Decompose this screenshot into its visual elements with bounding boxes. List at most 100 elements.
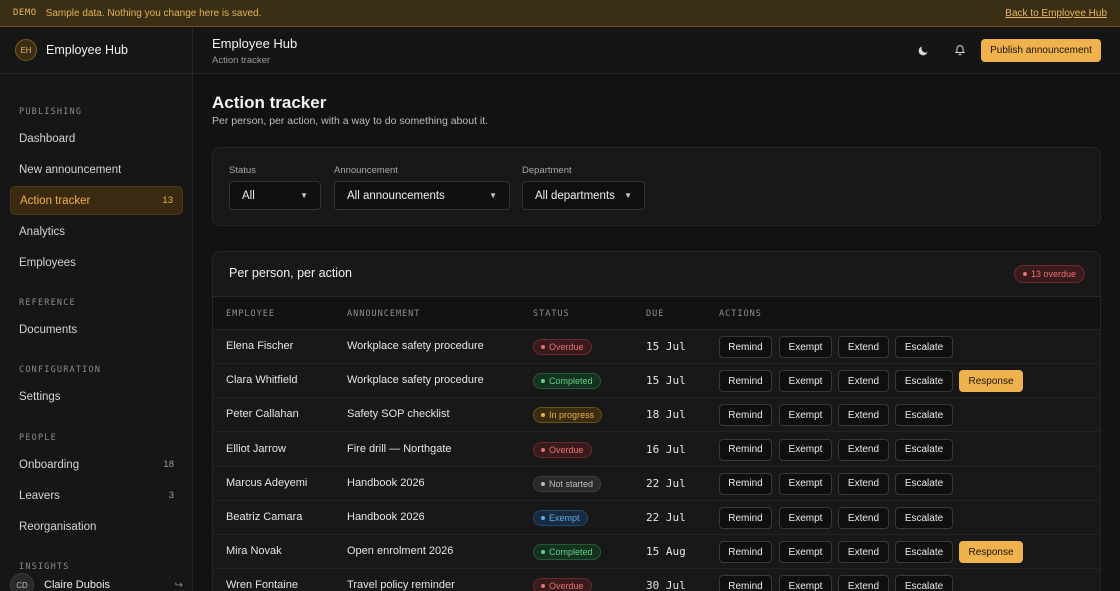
topbar-title: Employee Hub xyxy=(212,36,298,51)
announcement-name: Travel policy reminder xyxy=(347,579,455,591)
announcement-filter-label: Announcement xyxy=(334,165,398,176)
table-row: Peter Callahan Safety SOP checklist In pro… xyxy=(213,398,1100,433)
extend-button[interactable]: Extend xyxy=(838,370,889,393)
announcement-name: Handbook 2026 xyxy=(347,476,425,489)
action-table-card: Per person, per action 13 overdue EMPLOY… xyxy=(212,251,1101,591)
status-badge: Overdue xyxy=(533,441,592,458)
exempt-button[interactable]: Exempt xyxy=(779,575,832,591)
sidebar-item-employees[interactable]: Employees xyxy=(10,248,183,277)
escalate-button[interactable]: Escalate xyxy=(895,404,953,427)
announcement-name: Open enrolment 2026 xyxy=(347,545,454,558)
sidebar-item-count: 3 xyxy=(168,490,174,501)
due-date: 15 Jul xyxy=(646,374,686,388)
department-filter-select[interactable]: All departments ▼ xyxy=(522,181,645,210)
sidebar-item-label: Settings xyxy=(19,390,61,403)
due-date: 16 Jul xyxy=(646,442,686,456)
sidebar-item-settings[interactable]: Settings xyxy=(10,382,183,411)
sidebar-item-documents[interactable]: Documents xyxy=(10,315,183,344)
sidebar-item-label: Dashboard xyxy=(19,132,76,145)
publish-announcement-button[interactable]: Publish announcement xyxy=(981,39,1101,62)
extend-button[interactable]: Extend xyxy=(838,541,889,564)
remind-button[interactable]: Remind xyxy=(719,370,772,393)
sidebar-item-reorganisation[interactable]: Reorganisation xyxy=(10,512,183,541)
col-actions: ACTIONS xyxy=(719,309,762,319)
sign-out-icon[interactable]: ↪ xyxy=(175,580,183,591)
sidebar-item-dashboard[interactable]: Dashboard xyxy=(10,124,183,153)
table-row: Elena Fischer Workplace safety procedure O… xyxy=(213,330,1100,364)
user-profile[interactable]: CD Claire Dubois ↪ xyxy=(0,570,192,591)
response-button[interactable]: Response xyxy=(959,370,1023,393)
main-content: Action tracker Per person, per action, w… xyxy=(193,74,1120,591)
employee-name: Peter Callahan xyxy=(226,408,299,421)
sidebar-item-leavers[interactable]: Leavers 3 xyxy=(10,481,183,510)
extend-button[interactable]: Extend xyxy=(838,472,889,495)
escalate-button[interactable]: Escalate xyxy=(895,541,953,564)
col-due: DUE xyxy=(646,309,665,319)
remind-button[interactable]: Remind xyxy=(719,575,772,591)
exempt-button[interactable]: Exempt xyxy=(779,472,832,495)
demo-banner: DEMO Sample data. Nothing you change her… xyxy=(0,0,1120,27)
topbar-breadcrumb: Action tracker xyxy=(212,55,271,66)
filters-panel: Status All ▼ Announcement All announceme… xyxy=(212,147,1101,226)
sidebar-item-label: Reorganisation xyxy=(19,520,97,533)
announcement-name: Workplace safety procedure xyxy=(347,374,484,387)
sidebar-item-new-announcement[interactable]: New announcement xyxy=(10,155,183,184)
demo-message: Sample data. Nothing you change here is … xyxy=(45,7,262,19)
section-people: PEOPLE xyxy=(19,433,57,443)
remind-button[interactable]: Remind xyxy=(719,404,772,427)
response-button[interactable]: Response xyxy=(959,541,1023,564)
user-name: Claire Dubois xyxy=(44,579,111,591)
page-subtitle: Per person, per action, with a way to do… xyxy=(212,115,489,127)
extend-button[interactable]: Extend xyxy=(838,336,889,358)
escalate-button[interactable]: Escalate xyxy=(895,472,953,495)
announcement-filter-select[interactable]: All announcements ▼ xyxy=(334,181,510,210)
back-to-hub-link[interactable]: Back to Employee Hub xyxy=(1005,8,1107,19)
col-status: STATUS xyxy=(533,309,570,319)
exempt-button[interactable]: Exempt xyxy=(779,438,832,461)
table-row: Marcus Adeyemi Handbook 2026 Not started 22… xyxy=(213,467,1100,501)
remind-button[interactable]: Remind xyxy=(719,336,772,358)
exempt-button[interactable]: Exempt xyxy=(779,541,832,564)
due-date: 18 Jul xyxy=(646,408,686,422)
sidebar-brand[interactable]: EH Employee Hub xyxy=(0,27,192,74)
brand-name: Employee Hub xyxy=(46,43,128,57)
avatar: CD xyxy=(10,573,34,591)
escalate-button[interactable]: Escalate xyxy=(895,336,953,358)
employee-name: Beatriz Camara xyxy=(226,511,303,523)
status-filter-select[interactable]: All ▼ xyxy=(229,181,321,210)
status-badge: Completed xyxy=(533,544,601,561)
section-configuration: CONFIGURATION xyxy=(19,365,102,375)
remind-button[interactable]: Remind xyxy=(719,472,772,495)
col-announcement: ANNOUNCEMENT xyxy=(347,309,421,319)
exempt-button[interactable]: Exempt xyxy=(779,370,832,393)
escalate-button[interactable]: Escalate xyxy=(895,370,953,393)
extend-button[interactable]: Extend xyxy=(838,575,889,591)
remind-button[interactable]: Remind xyxy=(719,541,772,564)
announcement-name: Safety SOP checklist xyxy=(347,408,450,421)
remind-button[interactable]: Remind xyxy=(719,507,772,529)
remind-button[interactable]: Remind xyxy=(719,438,772,461)
status-badge: Overdue xyxy=(533,578,592,591)
demo-tag: DEMO xyxy=(13,8,37,18)
escalate-button[interactable]: Escalate xyxy=(895,507,953,529)
extend-button[interactable]: Extend xyxy=(838,507,889,529)
sidebar-item-label: Employees xyxy=(19,256,76,269)
exempt-button[interactable]: Exempt xyxy=(779,404,832,427)
escalate-button[interactable]: Escalate xyxy=(895,575,953,591)
sidebar-item-count: 13 xyxy=(162,195,173,206)
sidebar-item-analytics[interactable]: Analytics xyxy=(10,217,183,246)
extend-button[interactable]: Extend xyxy=(838,404,889,427)
sidebar: EH Employee Hub PUBLISHING Dashboard New… xyxy=(0,27,193,591)
sidebar-item-onboarding[interactable]: Onboarding 18 xyxy=(10,450,183,479)
employee-name: Marcus Adeyemi xyxy=(226,476,308,489)
due-date: 22 Jul xyxy=(646,511,686,524)
sidebar-item-action-tracker[interactable]: Action tracker 13 xyxy=(10,186,183,215)
escalate-button[interactable]: Escalate xyxy=(895,438,953,461)
bell-icon[interactable] xyxy=(952,42,968,58)
theme-toggle-icon[interactable] xyxy=(916,42,932,58)
section-reference: REFERENCE xyxy=(19,298,76,308)
extend-button[interactable]: Extend xyxy=(838,438,889,461)
exempt-button[interactable]: Exempt xyxy=(779,507,832,529)
exempt-button[interactable]: Exempt xyxy=(779,336,832,358)
sidebar-item-label: Leavers xyxy=(19,489,60,502)
